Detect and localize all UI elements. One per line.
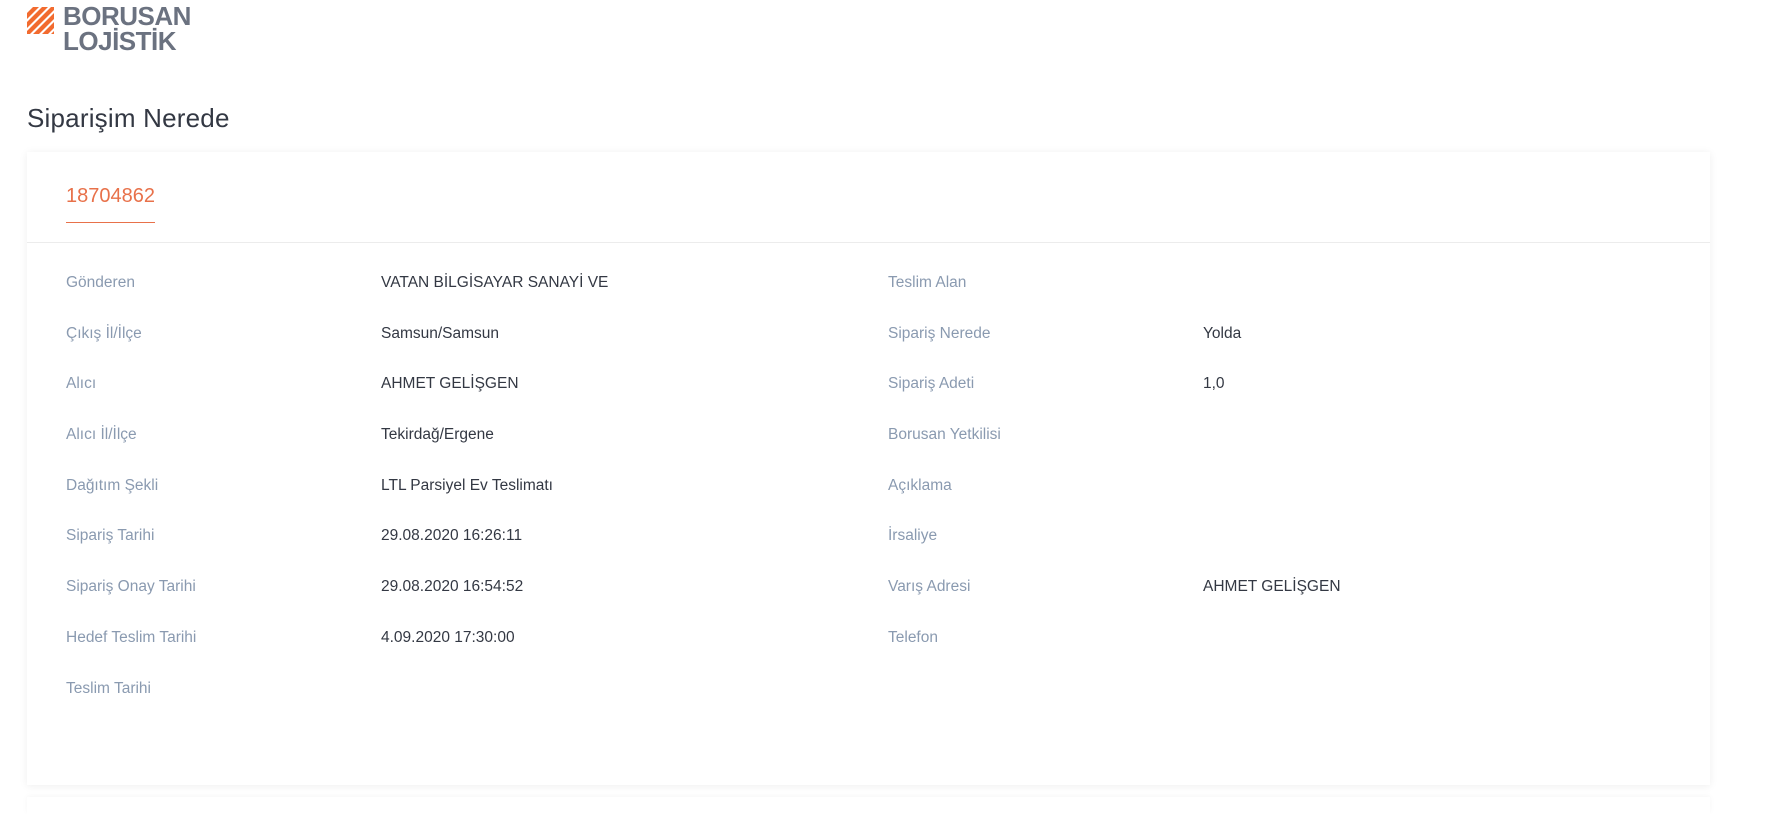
tab-order-number[interactable]: 18704862 [66,185,155,223]
detail-value: VATAN BİLGİSAYAR SANAYİ VE [381,274,609,291]
page-title: Siparişim Nerede [27,103,230,133]
brand-line2: LOJİSTİK [63,26,177,56]
brand-logo[interactable]: BORUSAN LOJİSTİK [27,3,191,56]
detail-value: Tekirdağ/Ergene [381,426,494,444]
detail-value: 4.09.2020 17:30:00 [381,628,515,646]
detail-label: Sipariş Adeti [888,375,975,393]
detail-label: Teslim Alan [888,274,967,291]
detail-label: Varış Adresi [888,578,971,596]
detail-row: Hedef Teslim Tarihi 4.09.2020 17:30:00 [66,629,608,680]
detail-row: İrsaliye [888,527,1341,578]
detail-value: 1,0 [1203,375,1225,393]
borusan-stripe-logo-icon [27,7,54,34]
detail-row: Sipariş Tarihi 29.08.2020 16:26:11 [66,527,608,578]
detail-label: Hedef Teslim Tarihi [66,628,197,646]
detail-value: AHMET GELİŞGEN [381,375,519,393]
detail-label: Telefon [888,628,938,646]
detail-label: Gönderen [66,274,135,291]
detail-value: Samsun/Samsun [381,324,500,342]
detail-label: Alıcı [66,375,97,393]
detail-label: Alıcı İl/İlçe [66,426,137,444]
next-card-edge [27,797,1710,814]
detail-row: Teslim Tarihi [66,680,608,731]
detail-row: Gönderen VATAN BİLGİSAYAR SANAYİ VE [66,274,608,325]
detail-row: Çıkış İl/İlçe Samsun/Samsun [66,325,608,376]
detail-label: Sipariş Tarihi [66,527,155,545]
detail-value: Yolda [1203,324,1242,342]
detail-label: Sipariş Nerede [888,324,991,342]
detail-row: Dağıtım Şekli LTL Parsiyel Ev Teslimatı [66,477,608,528]
detail-value: AHMET GELİŞGEN [1203,578,1341,596]
detail-row: Sipariş Onay Tarihi 29.08.2020 16:54:52 [66,578,608,629]
detail-label: Teslim Tarihi [66,679,151,697]
order-details-left-column: Gönderen VATAN BİLGİSAYAR SANAYİ VE Çıkış … [66,274,608,730]
detail-row: Açıklama [888,477,1341,528]
detail-row: Borusan Yetkilisi [888,426,1341,477]
detail-row: Alıcı İl/İlçe Tekirdağ/Ergene [66,426,608,477]
detail-label: Çıkış İl/İlçe [66,324,142,342]
detail-label: Açıklama [888,476,952,494]
order-tab-bar: 18704862 [27,152,1710,243]
detail-value: 29.08.2020 16:26:11 [381,527,523,545]
brand-wordmark: BORUSAN LOJİSTİK [63,3,191,56]
detail-row: Telefon [888,629,1341,680]
detail-value: LTL Parsiyel Ev Teslimatı [381,476,553,494]
order-card: 18704862 Gönderen VATAN BİLGİSAYAR SANAYİ… [27,152,1710,785]
detail-label: Dağıtım Şekli [66,476,159,494]
detail-value: 29.08.2020 16:54:52 [381,578,524,596]
detail-row: Sipariş Adeti 1,0 [888,375,1341,426]
detail-row: Sipariş Nerede Yolda [888,325,1341,376]
order-details-right-column: Teslim Alan Sipariş Nerede Yolda Sipariş Ad… [888,274,1341,680]
detail-label: Sipariş Onay Tarihi [66,578,196,596]
detail-row: Teslim Alan [888,274,1341,325]
detail-label: Borusan Yetkilisi [888,426,1001,444]
detail-row: Alıcı AHMET GELİŞGEN [66,375,608,426]
detail-row: Varış Adresi AHMET GELİŞGEN [888,578,1341,629]
page: BORUSAN LOJİSTİK Siparişim Nerede 187048… [0,0,1771,814]
detail-label: İrsaliye [888,527,938,545]
